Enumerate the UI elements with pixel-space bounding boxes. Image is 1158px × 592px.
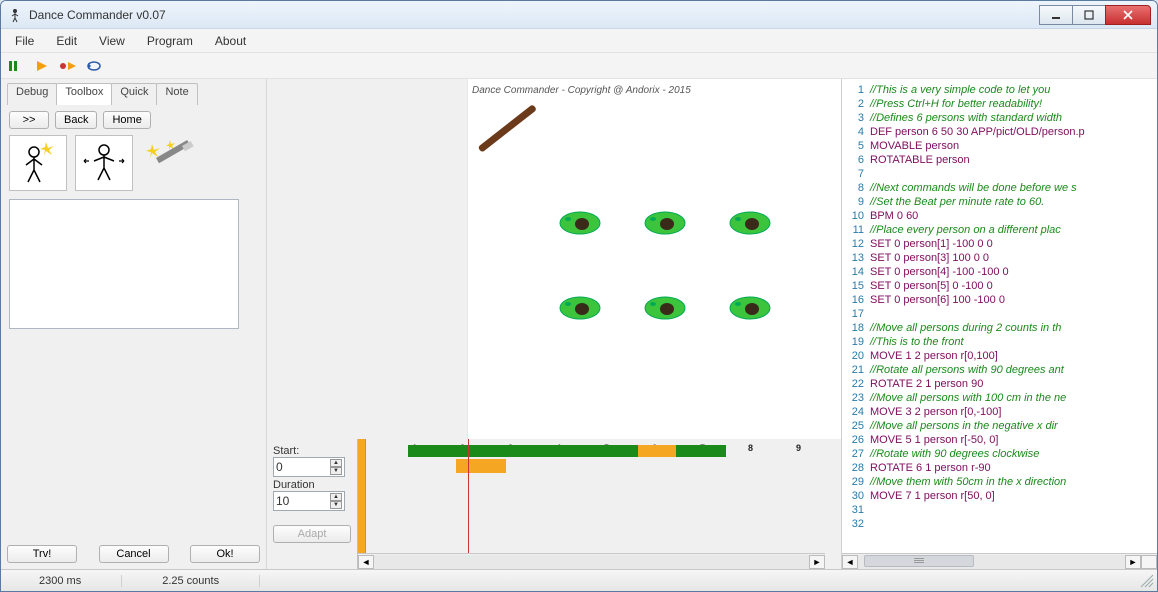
timeline-scrollbar[interactable]: ◄ ► <box>358 553 825 569</box>
duration-value: 10 <box>276 494 289 508</box>
timeline[interactable]: 123456789 ◄ ► <box>357 439 841 569</box>
start-input[interactable]: 0 ▲▼ <box>273 457 345 477</box>
start-value: 0 <box>276 460 283 474</box>
menubar: File Edit View Program About <box>1 29 1157 53</box>
close-button[interactable] <box>1105 5 1151 25</box>
tab-note[interactable]: Note <box>156 83 197 105</box>
code-editor[interactable]: 1 2 3 4 5 6 7 8 9 10 11 12 13 14 15 16 1… <box>842 79 1157 553</box>
status-time: 2300 ms <box>9 575 122 587</box>
timeline-tick: 9 <box>796 443 801 453</box>
menu-program[interactable]: Program <box>147 34 193 48</box>
dancer-icon[interactable] <box>728 209 772 237</box>
menu-about[interactable]: About <box>215 34 246 48</box>
dancer-icon[interactable] <box>643 209 687 237</box>
start-spin-down[interactable]: ▼ <box>330 467 342 475</box>
tab-toolbox[interactable]: Toolbox <box>56 83 112 105</box>
timeline-clip-green-2[interactable] <box>676 445 726 457</box>
app-window: Dance Commander v0.07 File Edit View Pro… <box>0 0 1158 592</box>
menu-view[interactable]: View <box>99 34 125 48</box>
menu-edit[interactable]: Edit <box>56 34 77 48</box>
timeline-gutter <box>358 439 366 569</box>
start-spin-up[interactable]: ▲ <box>330 459 342 467</box>
code-scroll-right-icon[interactable]: ► <box>1125 555 1141 569</box>
left-panel: Debug Toolbox Quick Note >> Back Home <box>1 79 267 569</box>
palette-stickman-arrows-icon[interactable] <box>75 135 133 191</box>
duration-input[interactable]: 10 ▲▼ <box>273 491 345 511</box>
toolbar <box>1 53 1157 79</box>
dancer-icon[interactable] <box>728 294 772 322</box>
record-play-icon[interactable] <box>59 57 77 75</box>
palette-stickman-spark-icon[interactable] <box>9 135 67 191</box>
cancel-button[interactable]: Cancel <box>99 545 169 563</box>
back-button[interactable]: Back <box>55 111 97 129</box>
code-panel: 1 2 3 4 5 6 7 8 9 10 11 12 13 14 15 16 1… <box>841 79 1157 569</box>
line-numbers: 1 2 3 4 5 6 7 8 9 10 11 12 13 14 15 16 1… <box>842 83 870 553</box>
loop-icon[interactable] <box>85 57 103 75</box>
menu-file[interactable]: File <box>15 34 34 48</box>
resize-grip-icon[interactable] <box>1140 574 1154 588</box>
window-title: Dance Commander v0.07 <box>29 8 1040 22</box>
scroll-corner <box>1141 555 1157 569</box>
dancer-icon[interactable] <box>558 209 602 237</box>
dancer-icon[interactable] <box>643 294 687 322</box>
timeline-clip-orange-2[interactable] <box>456 459 506 473</box>
app-icon <box>7 7 23 23</box>
statusbar: 2300 ms 2.25 counts <box>1 569 1157 591</box>
timeline-controls: Start: 0▲▼ Duration 10▲▼ Adapt <box>267 439 357 569</box>
timeline-clip-green-1[interactable] <box>408 445 638 457</box>
start-label: Start: <box>273 445 351 457</box>
tab-debug[interactable]: Debug <box>7 83 57 105</box>
stage-canvas[interactable]: Dance Commander - Copyright @ Andorix - … <box>467 79 841 439</box>
minimize-button[interactable] <box>1039 5 1073 25</box>
code-scroll-thumb[interactable] <box>864 555 974 567</box>
code-scroll-left-icon[interactable]: ◄ <box>842 555 858 569</box>
code-scrollbar[interactable]: ◄ ► <box>842 553 1157 569</box>
ok-button[interactable]: Ok! <box>190 545 260 563</box>
play-icon[interactable] <box>33 57 51 75</box>
scroll-track[interactable] <box>374 555 809 569</box>
adapt-button[interactable]: Adapt <box>273 525 351 543</box>
baton-icon <box>474 95 544 165</box>
play-pause-icon[interactable] <box>7 57 25 75</box>
maximize-button[interactable] <box>1072 5 1106 25</box>
duration-label: Duration <box>273 479 351 491</box>
duration-spin-down[interactable]: ▼ <box>330 501 342 509</box>
toolbox-textarea[interactable] <box>9 199 239 329</box>
dancer-icon[interactable] <box>558 294 602 322</box>
timeline-clip-orange-1[interactable] <box>638 445 676 457</box>
palette-wand-icon[interactable] <box>141 135 199 191</box>
code-scroll-track[interactable] <box>858 555 1125 569</box>
duration-spin-up[interactable]: ▲ <box>330 493 342 501</box>
status-counts: 2.25 counts <box>122 575 260 587</box>
timeline-tick: 8 <box>748 443 753 453</box>
tab-quick[interactable]: Quick <box>111 83 157 105</box>
code-body[interactable]: //This is a very simple code to let you … <box>870 83 1085 553</box>
titlebar[interactable]: Dance Commander v0.07 <box>1 1 1157 29</box>
forward-button[interactable]: >> <box>9 111 49 129</box>
scroll-left-icon[interactable]: ◄ <box>358 555 374 569</box>
playhead[interactable] <box>468 439 469 569</box>
home-button[interactable]: Home <box>103 111 150 129</box>
scroll-right-icon[interactable]: ► <box>809 555 825 569</box>
try-button[interactable]: Trv! <box>7 545 77 563</box>
